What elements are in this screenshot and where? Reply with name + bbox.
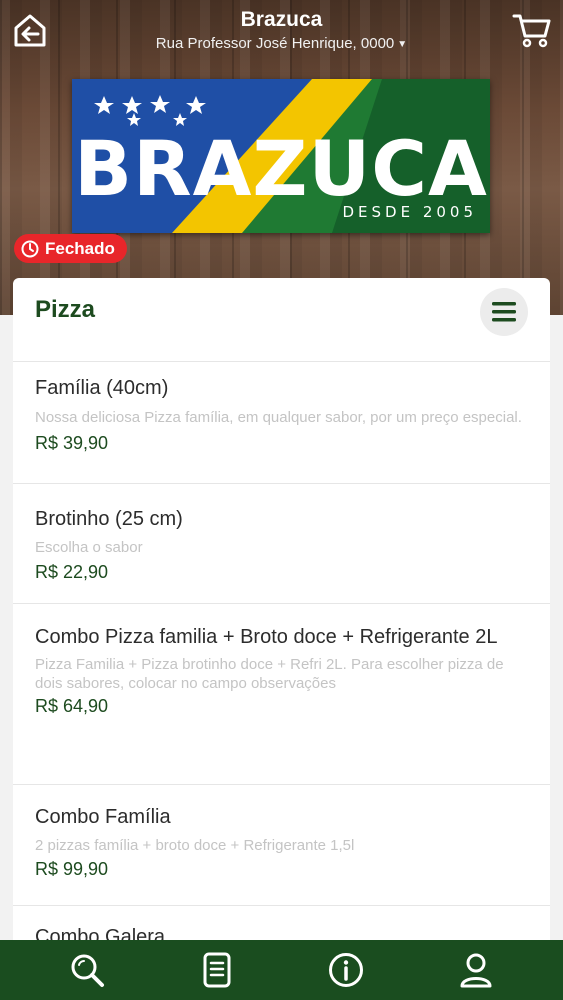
item-description: Nossa deliciosa Pizza família, em qualqu…: [35, 409, 522, 426]
item-description: Pizza Familia + Pizza brotinho doce + Re…: [35, 656, 504, 692]
category-header: Pizza: [13, 278, 550, 362]
info-icon[interactable]: [321, 945, 371, 995]
hamburger-menu-icon[interactable]: [480, 288, 528, 336]
item-name: Combo Pizza familia + Broto doce + Refri…: [35, 626, 498, 648]
item-name: Família (40cm): [35, 377, 169, 399]
category-title: Pizza: [35, 296, 96, 323]
top-bar: Brazuca Rua Professor José Henrique, 000…: [0, 0, 563, 70]
store-name: Brazuca: [240, 8, 323, 31]
menu-item[interactable]: Combo Família 2 pizzas família + broto d…: [13, 785, 550, 906]
bottom-nav: [0, 940, 563, 1000]
store-address[interactable]: Rua Professor José Henrique, 0000 ▼: [0, 35, 563, 52]
status-badge: Fechado: [14, 234, 127, 263]
item-price: R$ 64,90: [35, 696, 109, 716]
item-name: Brotinho (25 cm): [35, 508, 183, 530]
menu-list-icon[interactable]: [192, 945, 242, 995]
logo-text: BRAZUCA: [74, 124, 488, 213]
item-name: Combo Família: [35, 806, 171, 828]
cart-icon[interactable]: [512, 10, 552, 50]
search-icon[interactable]: [62, 945, 112, 995]
user-icon[interactable]: [451, 945, 501, 995]
item-price: R$ 39,90: [35, 433, 109, 453]
menu-item[interactable]: Combo Pizza familia + Broto doce + Refri…: [13, 604, 550, 785]
item-price: R$ 99,90: [35, 859, 109, 879]
chevron-down-icon: ▼: [397, 38, 408, 50]
clock-icon: [21, 240, 39, 257]
status-label: Fechado: [45, 238, 115, 258]
item-description: 2 pizzas família + broto doce + Refriger…: [35, 837, 355, 854]
item-description: Escolha o sabor: [35, 539, 143, 556]
item-price: R$ 22,90: [35, 562, 109, 582]
menu-card: Pizza Família (40cm) Nossa deliciosa Piz…: [13, 278, 550, 958]
menu-item[interactable]: Brotinho (25 cm) Escolha o sabor R$ 22,9…: [13, 484, 550, 604]
store-logo: BRAZUCA DESDE 2005: [72, 79, 490, 233]
store-address-text: Rua Professor José Henrique, 0000: [155, 35, 395, 52]
menu-item[interactable]: Família (40cm) Nossa deliciosa Pizza fam…: [13, 362, 550, 484]
logo-tagline: DESDE 2005: [342, 203, 477, 221]
